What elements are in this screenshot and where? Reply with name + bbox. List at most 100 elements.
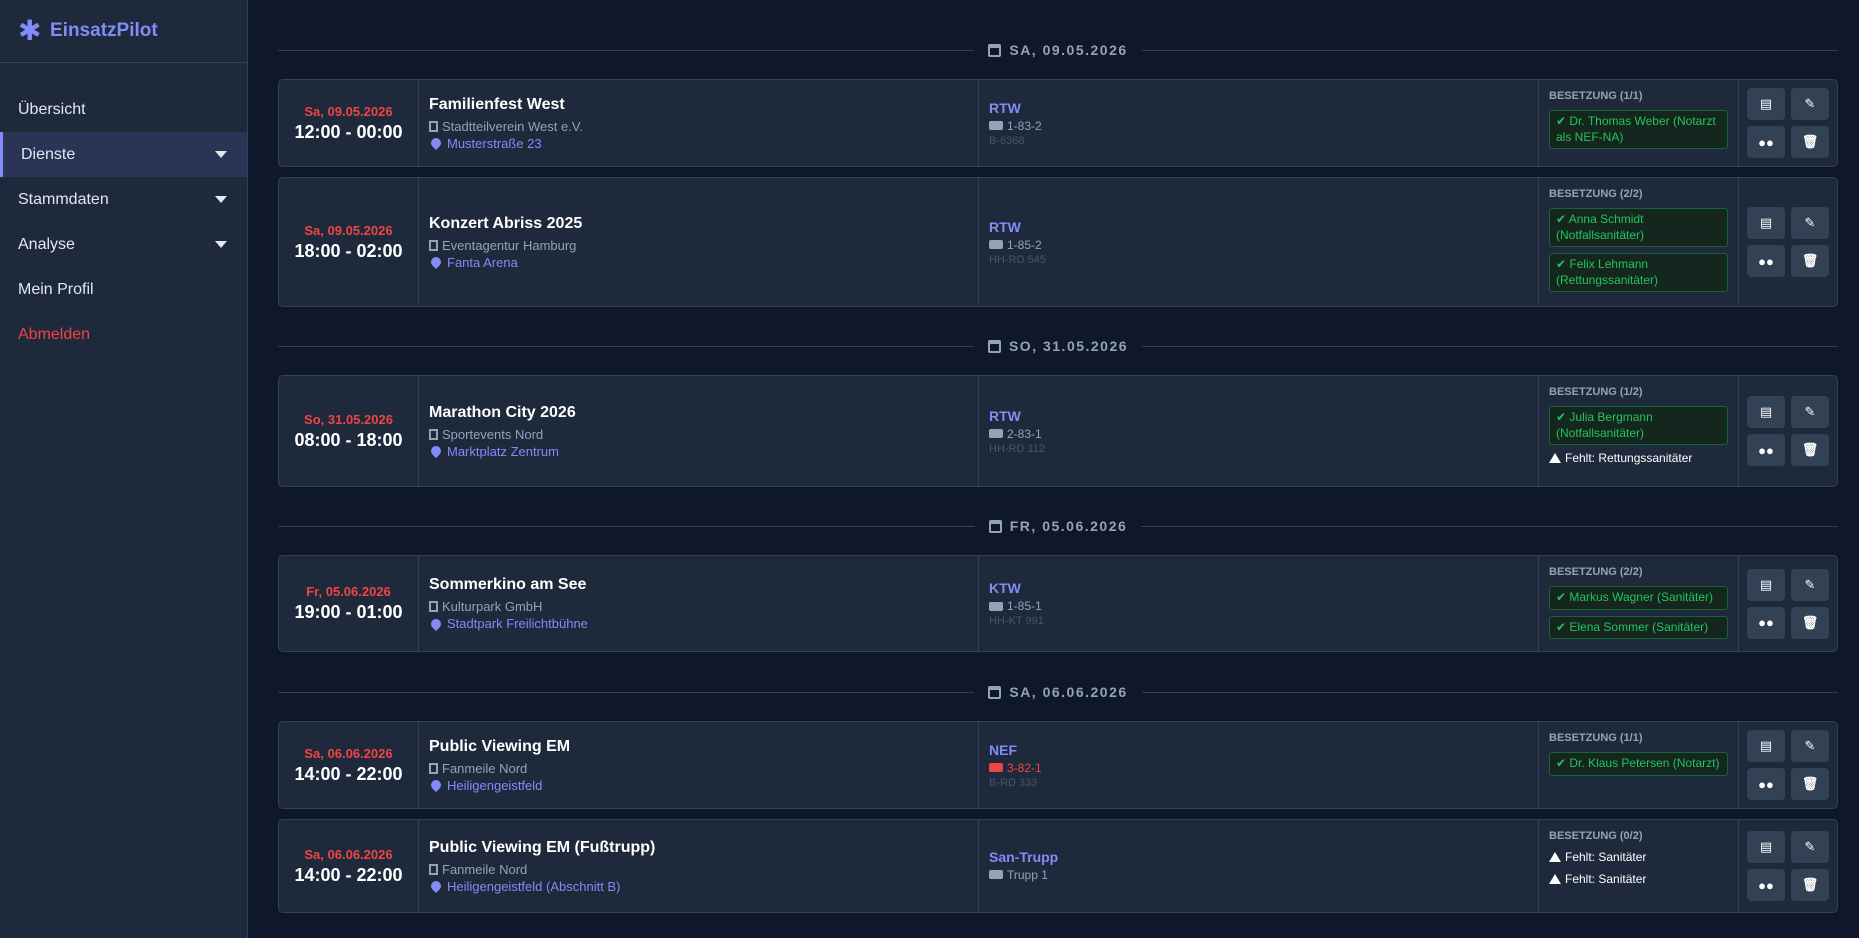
event-staffing: BESETZUNG (2/2) ✔ Markus Wagner (Sanität…	[1539, 556, 1739, 651]
event-location[interactable]: Stadtpark Freilichtbühne	[428, 616, 978, 631]
file-pdf-icon: ▤	[1759, 96, 1773, 111]
date-separator: SA, 09.05.2026	[278, 40, 1839, 60]
callsign-text: 3-82-1	[1007, 760, 1042, 775]
users-icon: ●●	[1758, 615, 1774, 630]
event-card[interactable]: Sa, 06.06.2026 14:00 - 22:00 Public View…	[278, 819, 1838, 913]
edit-button[interactable]: ✎	[1791, 88, 1829, 120]
event-vehicle: RTW 2-83-1 HH-RD 112	[979, 376, 1539, 486]
vehicle-type: RTW	[989, 218, 1021, 235]
location-name[interactable]: Heiligengeistfeld	[447, 778, 542, 793]
location-name[interactable]: Heiligengeistfeld (Abschnitt B)	[447, 879, 620, 894]
vehicle-plate: HH-RD 112	[989, 442, 1046, 455]
event-card[interactable]: Sa, 09.05.2026 12:00 - 00:00 Familienfes…	[278, 79, 1838, 167]
date-separator: SA, 06.06.2026	[278, 682, 1839, 702]
event-vehicle: KTW 1-85-1 HH-KT 991	[979, 556, 1539, 651]
location-name[interactable]: Musterstraße 23	[447, 136, 542, 151]
edit-button[interactable]: ✎	[1791, 831, 1829, 863]
event-location[interactable]: Heiligengeistfeld (Abschnitt B)	[428, 879, 978, 894]
brand[interactable]: ✱ EinsatzPilot	[0, 0, 247, 63]
edit-icon: ✎	[1804, 215, 1816, 230]
date-separator: SO, 31.05.2026	[278, 336, 1839, 356]
edit-button[interactable]: ✎	[1791, 207, 1829, 239]
assigned-staff-name: Anna Schmidt (Notfallsanitäter)	[1556, 212, 1645, 242]
delete-button[interactable]: 🗑	[1791, 434, 1829, 466]
sidebar-item-logout[interactable]: Abmelden	[0, 312, 247, 357]
vehicle-plate: HH-KT 991	[989, 615, 1044, 627]
building-icon	[429, 428, 438, 440]
event-time: 18:00 - 02:00	[294, 240, 403, 261]
event-datetime: So, 31.05.2026 08:00 - 18:00	[279, 376, 419, 486]
event-title: Marathon City 2026	[429, 403, 576, 421]
sidebar-item-analyse[interactable]: Analyse	[0, 222, 247, 267]
edit-button[interactable]: ✎	[1791, 568, 1829, 601]
staffing-header: BESETZUNG (0/2)	[1549, 830, 1643, 842]
event-location[interactable]: Heiligengeistfeld	[428, 778, 978, 793]
sidebar-item-dienste[interactable]: Dienste	[0, 132, 247, 177]
pdf-button[interactable]: ▤	[1747, 88, 1785, 120]
sidebar-item-uebersicht[interactable]: Übersicht	[0, 87, 247, 132]
event-date: Sa, 09.05.2026	[304, 222, 393, 238]
edit-button[interactable]: ✎	[1791, 730, 1829, 762]
event-location[interactable]: Fanta Arena	[428, 255, 978, 270]
pdf-button[interactable]: ▤	[1747, 831, 1785, 863]
building-icon	[429, 120, 438, 132]
date-label: SA, 09.05.2026	[1009, 42, 1128, 58]
event-organizer: Kulturpark GmbH	[429, 599, 978, 614]
delete-button[interactable]: 🗑	[1791, 126, 1829, 158]
trash-icon: 🗑	[1801, 134, 1819, 149]
staff-button[interactable]: ●●	[1747, 126, 1785, 158]
location-name[interactable]: Stadtpark Freilichtbühne	[447, 616, 588, 631]
delete-button[interactable]: 🗑	[1791, 768, 1829, 800]
event-date: Sa, 06.06.2026	[304, 846, 393, 862]
event-location[interactable]: Musterstraße 23	[428, 136, 978, 151]
trash-icon: 🗑	[1801, 253, 1819, 268]
staff-button[interactable]: ●●	[1747, 606, 1785, 639]
user-check-icon: ✔	[1556, 590, 1570, 604]
event-vehicle: RTW 1-83-2 B-6368	[979, 80, 1539, 166]
missing-staff: Fehlt: Sanitäter	[1549, 850, 1728, 864]
edit-button[interactable]: ✎	[1791, 396, 1829, 428]
pdf-button[interactable]: ▤	[1747, 396, 1785, 428]
event-card[interactable]: So, 31.05.2026 08:00 - 18:00 Marathon Ci…	[278, 375, 1838, 487]
walking-icon	[989, 870, 1003, 879]
event-actions: ▤ ✎ ●● 🗑	[1739, 722, 1837, 808]
staff-button[interactable]: ●●	[1747, 768, 1785, 800]
staff-button[interactable]: ●●	[1747, 434, 1785, 466]
event-actions: ▤ ✎ ●● 🗑	[1739, 178, 1837, 306]
event-info: Marathon City 2026 Sportevents Nord Mark…	[419, 376, 979, 486]
organizer-name: Fanmeile Nord	[442, 861, 528, 877]
event-organizer: Fanmeile Nord	[429, 761, 978, 776]
pdf-button[interactable]: ▤	[1747, 730, 1785, 762]
pdf-button[interactable]: ▤	[1747, 568, 1785, 601]
delete-button[interactable]: 🗑	[1791, 869, 1829, 901]
trash-icon: 🗑	[1801, 614, 1819, 630]
event-card[interactable]: Sa, 06.06.2026 14:00 - 22:00 Public View…	[278, 721, 1838, 809]
callsign-text: 1-85-2	[1007, 237, 1042, 252]
warning-icon	[1549, 453, 1561, 464]
asterisk-icon: ✱	[18, 15, 42, 46]
sidebar-item-profil[interactable]: Mein Profil	[0, 267, 247, 312]
staffing-header: BESETZUNG (1/2)	[1549, 386, 1643, 398]
map-pin-icon	[428, 616, 444, 631]
ambulance-icon	[989, 429, 1003, 438]
location-name[interactable]: Fanta Arena	[447, 255, 518, 270]
staff-button[interactable]: ●●	[1747, 869, 1785, 901]
event-title: Public Viewing EM	[429, 737, 571, 755]
vehicle-callsign: 3-82-1	[989, 761, 1538, 775]
event-card[interactable]: Fr, 05.06.2026 19:00 - 01:00 Sommerkino …	[278, 555, 1838, 652]
pdf-button[interactable]: ▤	[1747, 207, 1785, 239]
delete-button[interactable]: 🗑	[1791, 606, 1829, 639]
sidebar-item-stammdaten[interactable]: Stammdaten	[0, 177, 247, 222]
event-title: Sommerkino am See	[429, 576, 587, 593]
event-location[interactable]: Marktplatz Zentrum	[428, 444, 978, 459]
file-pdf-icon: ▤	[1759, 576, 1773, 592]
users-icon: ●●	[1758, 134, 1774, 150]
delete-button[interactable]: 🗑	[1791, 245, 1829, 277]
vehicle-plate: B-RD 333	[989, 776, 1038, 789]
file-pdf-icon: ▤	[1759, 215, 1773, 230]
event-organizer: Eventagentur Hamburg	[429, 238, 978, 253]
event-card[interactable]: Sa, 09.05.2026 18:00 - 02:00 Konzert Abr…	[278, 177, 1838, 307]
location-name[interactable]: Marktplatz Zentrum	[447, 444, 559, 459]
staff-button[interactable]: ●●	[1747, 245, 1785, 277]
trash-icon: 🗑	[1801, 442, 1819, 457]
